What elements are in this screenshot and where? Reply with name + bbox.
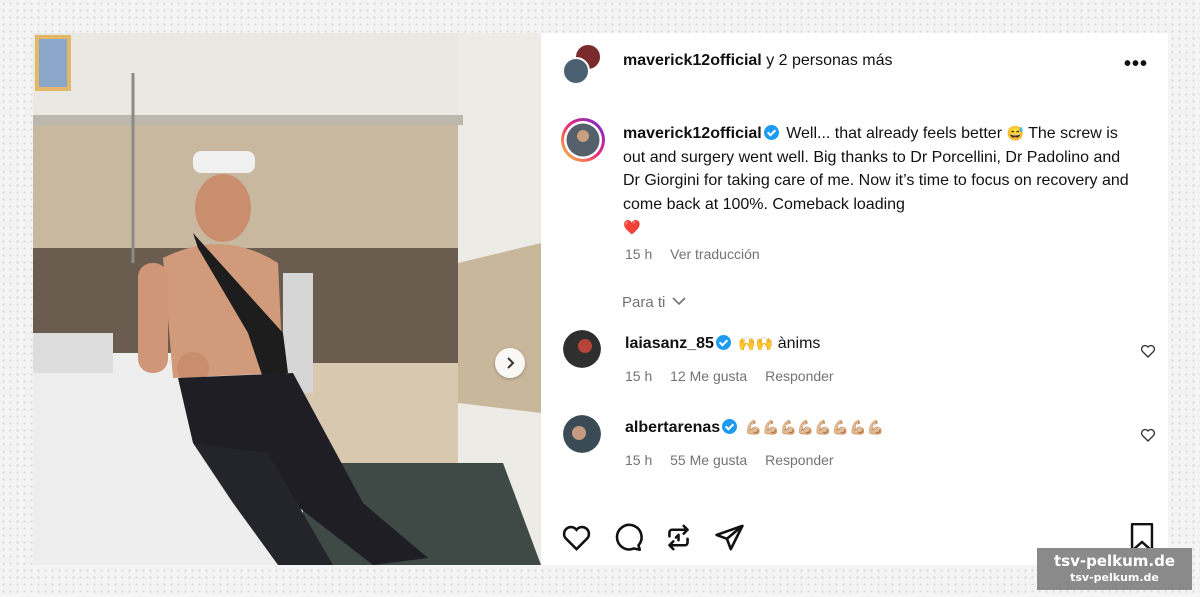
comment-meta: 15 h 55 Me gusta Responder	[625, 452, 848, 468]
heart-icon[interactable]	[561, 522, 592, 553]
commenter-avatar[interactable]	[563, 415, 601, 453]
comment-like-icon[interactable]	[1140, 343, 1156, 359]
watermark-line1: tsv-pelkum.de	[1053, 552, 1176, 570]
comment-time[interactable]: 15 h	[625, 452, 652, 468]
reply-link[interactable]: Responder	[765, 452, 834, 468]
instagram-post-card: maverick12official y 2 personas más ••• …	[33, 33, 1168, 565]
reply-link[interactable]: Responder	[765, 368, 834, 384]
comment-emojis: 🙌🙌	[738, 335, 774, 351]
comment-text: ànims	[777, 335, 821, 352]
chevron-down-icon	[671, 297, 686, 306]
caption-username[interactable]: maverick12official	[623, 125, 762, 142]
comment-likes[interactable]: 55 Me gusta	[670, 452, 747, 468]
comment-time[interactable]: 15 h	[625, 368, 652, 384]
post-author-header[interactable]: maverick12official y 2 personas más	[623, 52, 892, 70]
collab-text[interactable]: y 2 personas más	[766, 52, 892, 69]
post-photo[interactable]	[33, 33, 541, 565]
comment-username[interactable]: albertarenas	[625, 419, 720, 436]
chevron-right-icon	[507, 357, 515, 369]
share-icon[interactable]	[714, 522, 745, 553]
para-ti-filter[interactable]: Para ti	[622, 294, 686, 311]
next-image-button[interactable]	[495, 348, 525, 378]
comment-row: albertarenas 💪🏼💪🏼💪🏼💪🏼💪🏼💪🏼💪🏼💪🏼	[625, 419, 884, 437]
verified-badge-icon	[763, 125, 779, 140]
caption-avatar[interactable]	[560, 117, 606, 163]
commenter-avatar[interactable]	[563, 330, 601, 368]
comment-row: laiasanz_85 🙌🙌 ànims	[625, 335, 820, 353]
caption-text-part1: Well... that already feels better	[786, 125, 1003, 142]
repost-icon[interactable]	[663, 522, 694, 553]
sweat-smile-emoji: 😅	[1006, 125, 1024, 141]
author-username[interactable]: maverick12official	[623, 52, 762, 69]
caption-meta: 15 h Ver traducción	[625, 246, 774, 262]
watermark-line2: tsv-pelkum.de	[1070, 571, 1159, 584]
para-ti-label: Para ti	[622, 294, 666, 311]
translate-link[interactable]: Ver traducción	[670, 246, 760, 262]
post-caption: maverick12official Well... that already …	[623, 122, 1133, 240]
verified-badge-icon	[722, 419, 738, 434]
comment-username[interactable]: laiasanz_85	[625, 335, 714, 352]
caption-time[interactable]: 15 h	[625, 246, 652, 262]
more-options-icon[interactable]: •••	[1124, 53, 1148, 76]
comment-meta: 15 h 12 Me gusta Responder	[625, 368, 848, 384]
comment-like-icon[interactable]	[1140, 427, 1156, 443]
comment-likes[interactable]: 12 Me gusta	[670, 368, 747, 384]
heart-emoji: ❤️	[623, 219, 641, 235]
post-actions	[561, 522, 745, 553]
collab-avatars[interactable]	[560, 42, 603, 85]
comment-icon[interactable]	[612, 522, 643, 553]
comment-emojis: 💪🏼💪🏼💪🏼💪🏼💪🏼💪🏼💪🏼💪🏼	[744, 419, 885, 435]
site-watermark: tsv-pelkum.de tsv-pelkum.de	[1037, 548, 1192, 590]
verified-badge-icon	[715, 335, 731, 350]
